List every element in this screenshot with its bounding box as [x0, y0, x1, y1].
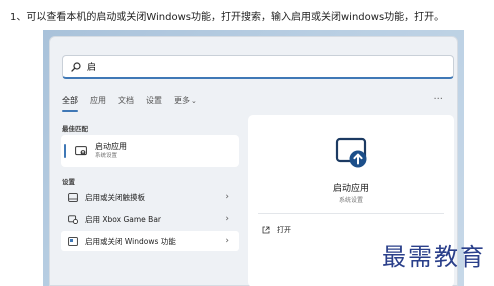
best-match-item[interactable]: 启动应用 系统设置 — [61, 135, 239, 167]
best-match-heading: 最佳匹配 — [62, 125, 88, 133]
setting-windows-features[interactable]: 启用或关闭 Windows 功能 › — [61, 231, 239, 251]
tab-all[interactable]: 全部 — [62, 95, 78, 112]
touchpad-icon — [68, 192, 78, 202]
open-action-label: 打开 — [277, 226, 291, 234]
setting-xbox-game-bar-label: 启用 Xbox Game Bar — [85, 214, 161, 224]
open-action[interactable]: 打开 — [262, 225, 291, 235]
tab-apps[interactable]: 应用 — [90, 95, 106, 109]
search-input[interactable] — [87, 61, 427, 72]
chevron-right-icon: › — [225, 192, 229, 202]
windows-features-icon — [68, 236, 78, 246]
detail-app-subtitle: 系统设置 — [338, 197, 363, 204]
setting-xbox-game-bar[interactable]: 启用 Xbox Game Bar › — [61, 209, 239, 229]
startup-apps-large-icon — [335, 137, 367, 168]
setting-touchpad-label: 启用或关闭触摸板 — [85, 192, 145, 202]
chevron-right-icon: › — [225, 236, 229, 246]
detail-divider — [258, 213, 444, 214]
search-box[interactable] — [62, 55, 454, 79]
tab-more[interactable]: 更多⌄ — [174, 95, 197, 109]
filter-tabs: 全部 应用 文档 设置 更多⌄ — [62, 95, 197, 112]
setting-touchpad[interactable]: 启用或关闭触摸板 › — [61, 187, 239, 207]
tab-settings[interactable]: 设置 — [146, 95, 162, 109]
best-match-subtitle: 系统设置 — [95, 153, 118, 159]
startup-apps-icon — [75, 146, 87, 156]
more-options-icon[interactable]: ··· — [433, 94, 443, 105]
setting-windows-features-label: 启用或关闭 Windows 功能 — [85, 236, 176, 246]
detail-app-name: 启动应用 — [332, 184, 369, 194]
best-match-name: 启动应用 — [95, 142, 127, 151]
watermark-logo: 最需教育 — [382, 243, 486, 271]
chevron-right-icon: › — [225, 214, 229, 224]
tab-documents[interactable]: 文档 — [118, 95, 134, 109]
tab-more-label: 更多 — [174, 96, 190, 105]
open-external-icon — [262, 226, 270, 234]
selection-indicator — [64, 144, 66, 158]
instruction-caption: 1、可以查看本机的启动或关闭Windows功能，打开搜索，输入启用或关闭wind… — [10, 12, 445, 23]
chevron-down-icon: ⌄ — [191, 97, 197, 105]
search-icon — [71, 61, 81, 72]
settings-heading: 设置 — [62, 178, 75, 186]
gamebar-icon — [68, 214, 78, 224]
